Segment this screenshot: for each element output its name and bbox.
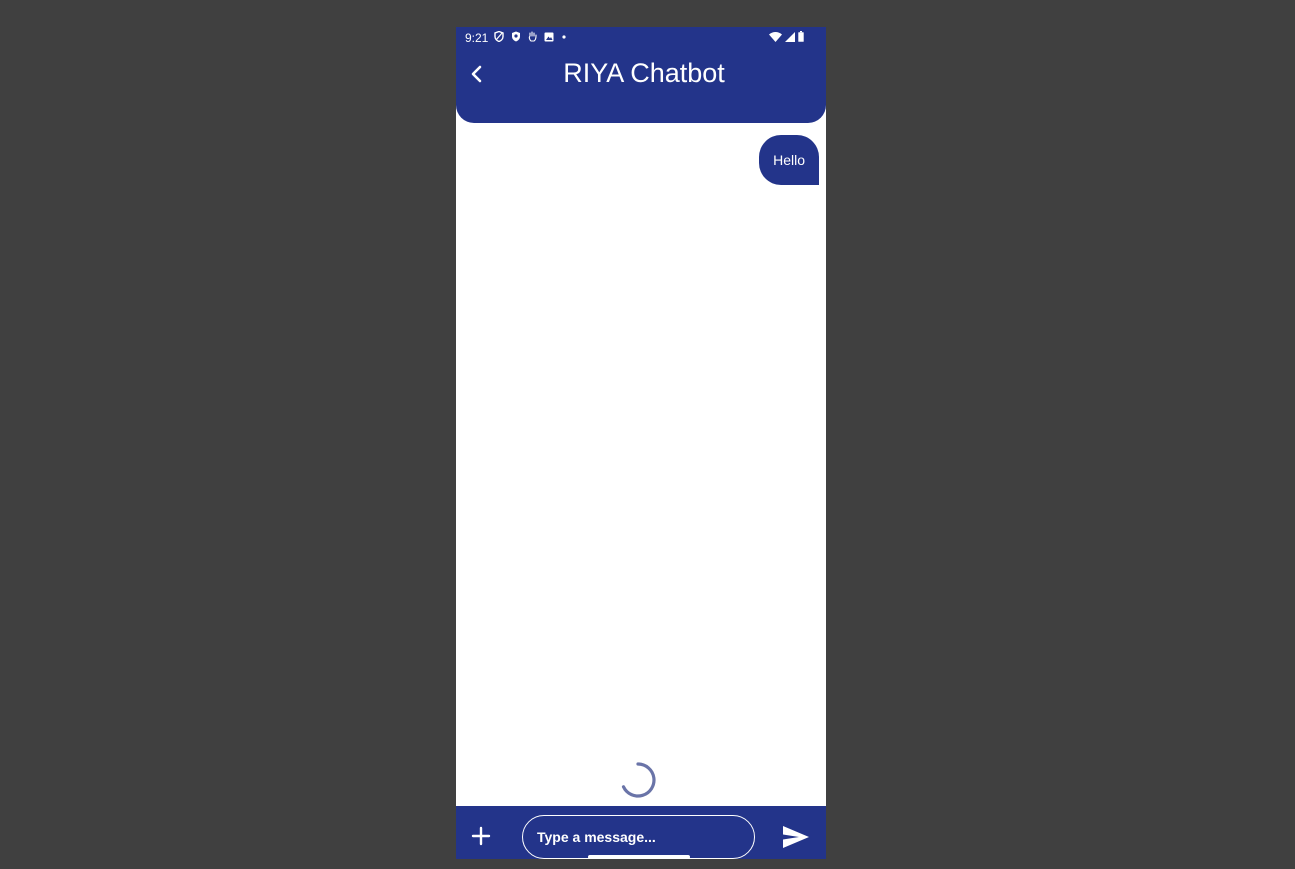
wifi-icon (769, 31, 782, 42)
user-message-bubble: Hello (759, 135, 819, 185)
dot-icon (562, 34, 566, 39)
message-input[interactable] (522, 815, 755, 859)
message-list: Hello (456, 123, 826, 806)
send-icon (783, 826, 809, 848)
cell-signal-icon (785, 31, 795, 42)
page-title: RIYA Chatbot (563, 58, 725, 88)
status-bar: 9:21 (456, 27, 826, 49)
status-icons-right (769, 31, 804, 42)
plus-icon (471, 826, 491, 846)
hand-icon (528, 31, 537, 42)
vpn-shield-icon (494, 31, 504, 42)
status-icons-left (494, 31, 567, 42)
composer-bar (456, 806, 826, 859)
status-time: 9:21 (465, 31, 489, 45)
security-shield-icon (512, 31, 520, 42)
loading-spinner (621, 762, 656, 798)
home-indicator[interactable] (588, 855, 690, 859)
attach-button[interactable] (470, 825, 492, 847)
desktop-background: 9:21 RIYA Chatbot Hello Type a message..… (0, 0, 1295, 869)
app-header: 9:21 RIYA Chatbot (456, 27, 826, 123)
battery-icon (798, 31, 804, 42)
send-button[interactable] (782, 825, 810, 849)
media-icon (544, 32, 554, 41)
phone-screen: 9:21 RIYA Chatbot Hello Type a message..… (456, 27, 826, 859)
